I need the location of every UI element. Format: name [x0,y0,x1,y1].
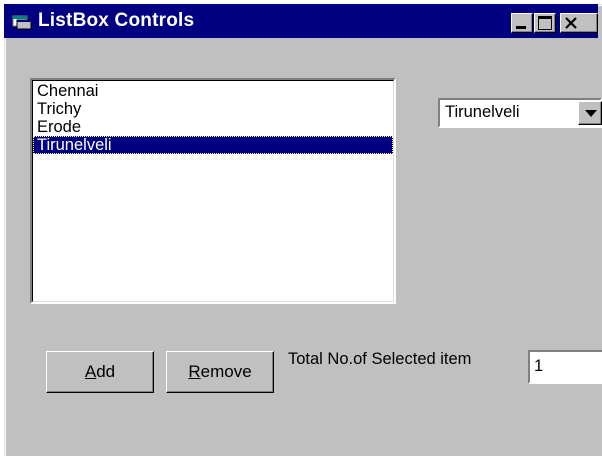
add-button[interactable]: Add [46,351,154,393]
total-selected-value: 1 [534,357,544,375]
cities-combobox[interactable]: Tirunelveli [438,98,602,128]
combobox-value: Tirunelveli [445,103,520,121]
list-item[interactable]: Trichy [33,100,393,118]
chevron-down-icon [585,110,597,117]
maximize-button[interactable] [534,13,556,33]
title-bar[interactable]: ListBox Controls [4,4,598,38]
list-item[interactable]: Chennai [33,82,393,100]
dropdown-button[interactable] [578,101,602,125]
remove-button[interactable]: Remove [166,351,274,393]
total-selected-label: Total No.of Selected item [288,350,472,368]
app-window-icon [12,15,32,30]
close-button[interactable] [560,13,598,33]
list-item[interactable]: Erode [33,118,393,136]
close-icon [565,17,577,29]
minimize-icon [516,26,526,29]
cities-listbox[interactable]: Chennai Trichy Erode Tirunelveli [30,78,396,304]
minimize-button[interactable] [511,13,533,33]
window-title: ListBox Controls [38,10,195,31]
maximize-icon [538,16,552,30]
total-selected-field[interactable]: 1 [528,350,602,384]
list-item-selected[interactable]: Tirunelveli [33,136,393,154]
